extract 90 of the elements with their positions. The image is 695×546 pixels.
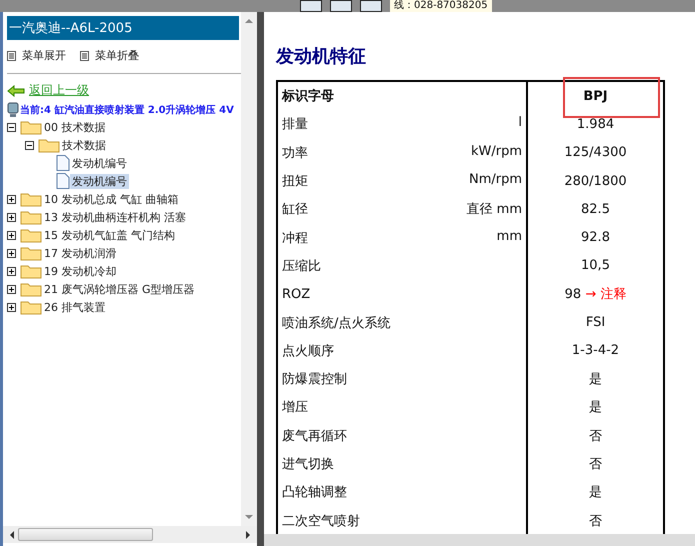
spec-value: 280/1800 [564,174,627,189]
spec-value: 否 [589,457,602,472]
spec-value: 92.8 [581,230,610,246]
spec-label: 二次空气喷射 [282,514,360,529]
spec-value: 否 [589,514,602,529]
tree-item[interactable]: 26 排气装置 [42,300,108,314]
folder-icon [20,119,42,135]
spec-value: 10,5 [581,258,610,274]
expand-icon[interactable] [7,266,16,276]
tree-item[interactable]: 10 发动机总成 气缸 曲轴箱 [42,192,180,206]
spec-value: 82.5 [581,202,610,217]
scrollbar-thumb[interactable] [18,528,153,541]
spec-label: 排量 [282,117,308,132]
list-icon [7,50,16,60]
spec-unit: mm [496,228,522,244]
spec-label: 功率 [282,146,308,161]
spec-label: 冲程 [282,230,308,246]
computer-icon [7,102,19,118]
toolbar-icon[interactable] [300,0,322,12]
menu-link[interactable]: 菜单折叠 [95,48,139,63]
spec-label: 压缩比 [282,258,321,274]
tree-item[interactable]: 15 发动机气缸盖 气门结构 [42,228,177,242]
folder-icon [20,281,42,297]
scroll-left-icon[interactable] [9,530,14,538]
spec-label: 防爆震控制 [282,372,347,388]
expand-icon[interactable] [7,284,16,294]
vertical-scrollbar[interactable] [241,12,257,526]
scroll-right-icon[interactable] [246,530,251,538]
folder-icon [20,245,42,261]
horizontal-scrollbar[interactable] [3,526,257,543]
folder-icon [20,191,42,207]
spec-label: 缸径 [282,202,308,218]
expand-icon[interactable] [7,230,16,240]
spec-value: 125/4300 [564,145,627,160]
spec-label: 标识字母 [282,89,334,104]
folder-icon [38,137,60,153]
list-icon [80,50,89,60]
document-icon [56,155,70,171]
hotline-text: 线：028-87038205 [390,0,492,12]
expand-icon[interactable] [7,194,16,204]
tree-item[interactable]: 技术数据 [60,138,108,152]
spec-unit: Nm/rpm [468,172,522,188]
scroll-up-icon[interactable] [245,18,253,23]
expand-icon[interactable] [7,302,16,312]
tree-item[interactable]: 00 技术数据 [42,120,108,134]
spec-value: 是 [589,400,602,416]
back-link[interactable]: 返回上一级 [29,82,89,99]
spec-value: FSI [586,315,606,330]
collapse-icon[interactable] [25,140,34,150]
current-path: 当前:4 缸汽油直接喷射装置 2.0升涡轮增压 4V [20,104,234,117]
spec-label: 点火顺序 [282,344,334,359]
folder-icon [20,263,42,279]
tree-item[interactable]: 13 发动机曲柄连杆机构 活塞 [42,210,188,224]
tree-item[interactable]: 21 废气涡轮增压器 G型增压器 [42,282,197,296]
spec-label: 废气再循环 [282,428,347,444]
toolbar-icon[interactable] [360,0,382,12]
spec-label: 凸轮轴调整 [282,485,347,500]
expand-icon[interactable] [7,248,16,258]
spec-value: 98 [564,287,582,302]
folder-icon [20,209,42,225]
spec-label: 进气切换 [282,457,334,472]
tree-item[interactable]: 发动机编号 [70,174,129,188]
spec-value: 是 [589,372,602,388]
spec-label: ROZ [282,286,310,302]
spec-label: 增压 [282,400,308,416]
back-arrow-icon [7,84,25,96]
note-link[interactable]: → 注释 [585,287,626,302]
spec-unit: l [518,115,522,130]
window-title: 一汽奥迪--A6L-2005 [7,16,239,40]
scroll-down-icon[interactable] [245,515,253,520]
spec-value: 1-3-4-2 [572,343,620,358]
spec-value: 否 [589,428,602,444]
folder-icon [20,299,42,315]
toolbar-icon[interactable] [330,0,352,12]
expand-icon[interactable] [7,212,16,222]
page-title: 发动机特征 [276,45,367,68]
spec-label: 喷油系统/点火系统 [282,316,390,331]
spec-unit: kW/rpm [470,144,522,159]
horizontal-scrollbar[interactable] [264,534,695,546]
spec-value: 是 [589,485,602,500]
folder-icon [20,227,42,243]
spec-value: 1.984 [576,116,614,132]
tree-item[interactable]: 19 发动机冷却 [42,264,118,278]
spec-label: 扭矩 [282,174,308,190]
collapse-icon[interactable] [7,122,16,132]
tree-item[interactable]: 17 发动机润滑 [42,246,118,260]
tree-item[interactable]: 发动机编号 [70,156,129,170]
spec-value: BPJ [583,88,608,104]
spec-unit: 直径 mm [466,201,522,218]
menu-link[interactable]: 菜单展开 [22,48,66,63]
